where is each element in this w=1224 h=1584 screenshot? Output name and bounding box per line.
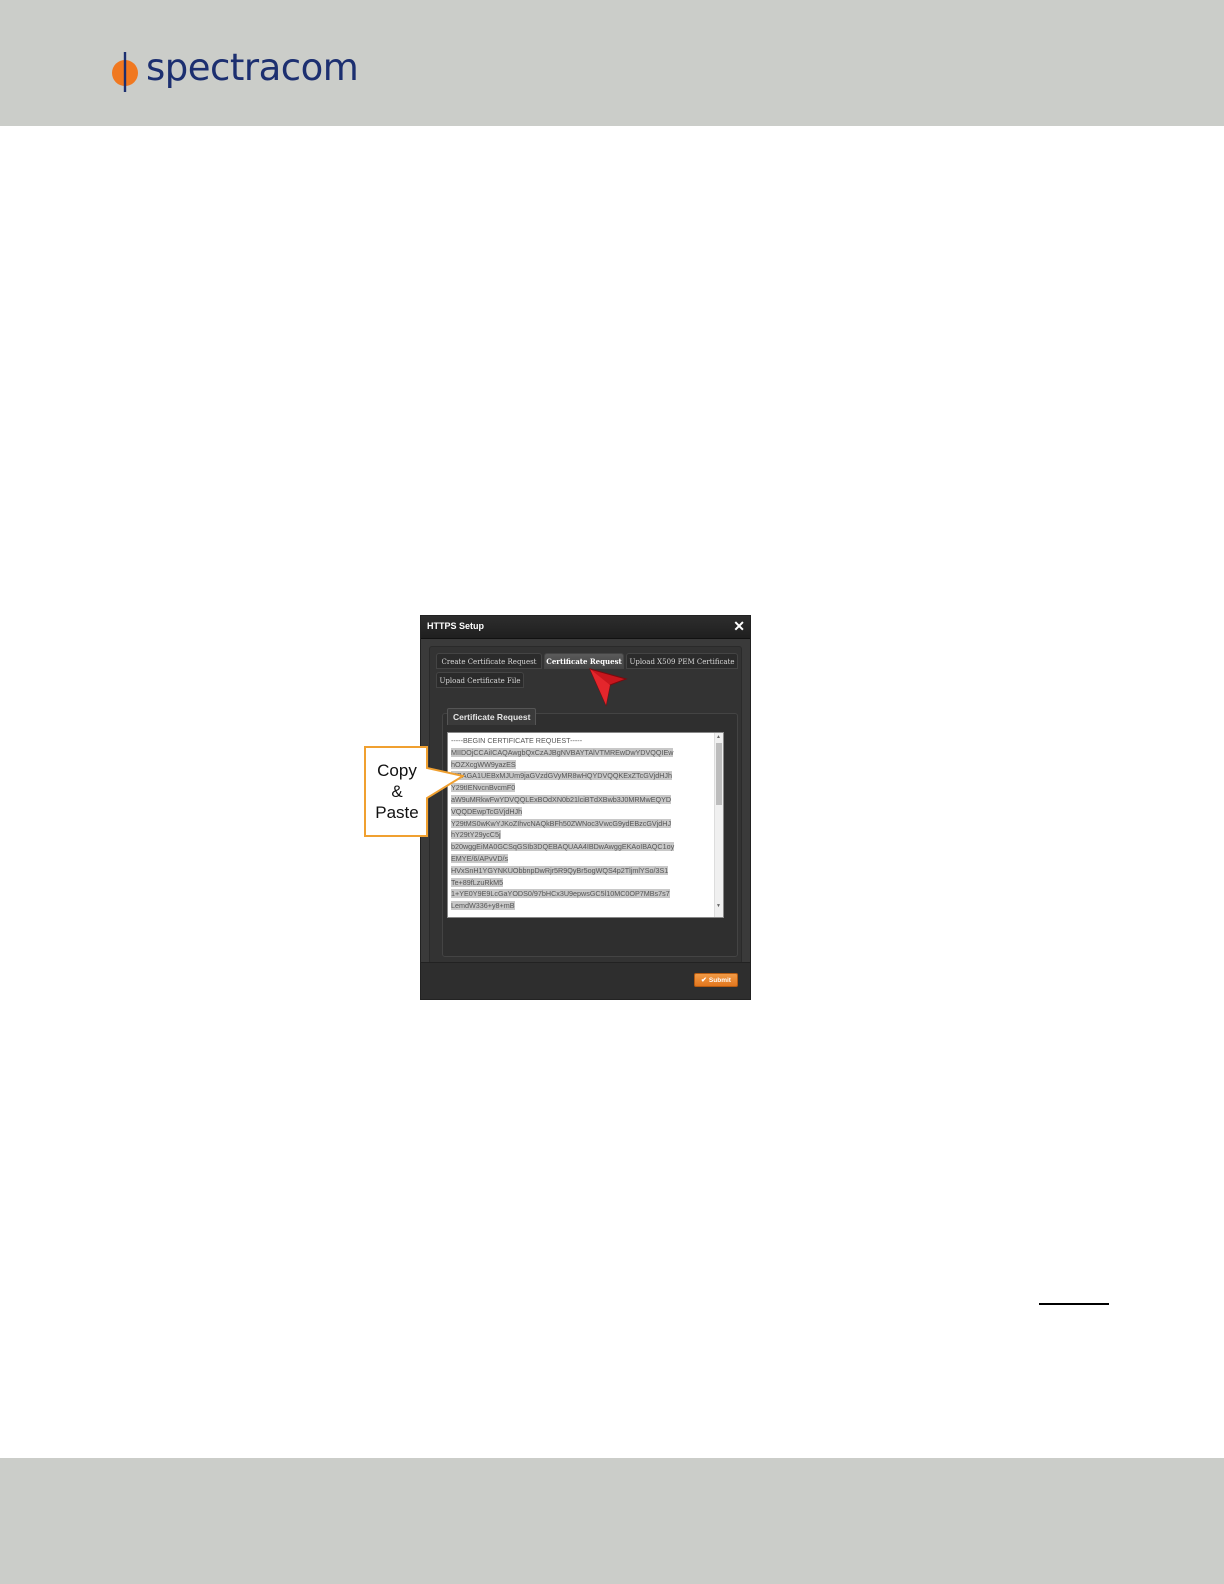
certificate-line: -----BEGIN CERTIFICATE REQUEST----- bbox=[451, 735, 709, 747]
certificate-line: 1+YE0Y9E9LcGaYODS0/97bHCx3U9epwsGC5l10MC… bbox=[451, 888, 709, 900]
certificate-line-text: -----BEGIN CERTIFICATE REQUEST----- bbox=[451, 736, 583, 745]
tab-create-certificate-request[interactable]: Create Certificate Request bbox=[436, 653, 542, 669]
page-header: spectracom bbox=[0, 0, 1224, 126]
certificate-line: Y29tIENvcnBvcmF0 bbox=[451, 782, 709, 794]
certificate-line-text: Te+89fLzuRkM5 bbox=[451, 877, 504, 887]
scroll-down-icon[interactable]: ▼ bbox=[716, 903, 721, 909]
textarea-scrollbar[interactable]: ▲ ▼ bbox=[714, 733, 723, 917]
callout-line-paste: Paste bbox=[375, 803, 419, 822]
close-icon[interactable]: ✕ bbox=[733, 618, 745, 634]
certificate-request-textarea[interactable]: -----BEGIN CERTIFICATE REQUEST----- MIIDO… bbox=[447, 732, 724, 918]
dialog-titlebar: HTTPS Setup ✕ bbox=[421, 616, 750, 639]
page-footer bbox=[0, 1458, 1224, 1584]
dialog-title: HTTPS Setup bbox=[427, 621, 485, 631]
certificate-line: LemdW336+y8+mB bbox=[451, 900, 709, 912]
tab-upload-x509-pem-certificate[interactable]: Upload X509 PEM Certificate bbox=[626, 653, 738, 669]
certificate-line-text: 1+YE0Y9E9LcGaYODS0/97bHCx3U9epwsGC5l10MC… bbox=[451, 889, 670, 899]
certificate-line: Te+89fLzuRkM5 bbox=[451, 877, 709, 889]
certificate-request-panel: Certificate Request -----BEGIN CERTIFICA… bbox=[442, 708, 738, 957]
dialog-footer: ✔ Submit bbox=[421, 962, 750, 999]
certificate-line-text: MBAGA1UEBxMJUm9jaGVzdGVyMR8wHQYDVQQKExZT… bbox=[451, 771, 672, 781]
check-icon: ✔ bbox=[701, 977, 707, 984]
tab-upload-certificate-file[interactable]: Upload Certificate File bbox=[436, 672, 524, 688]
https-setup-dialog: HTTPS Setup ✕ Create Certificate Request… bbox=[420, 615, 751, 1000]
panel-title: Certificate Request bbox=[447, 708, 537, 725]
callout-text: Copy & Paste bbox=[366, 760, 428, 823]
submit-label: Submit bbox=[708, 977, 731, 984]
callout-line-ampersand: & bbox=[391, 782, 403, 801]
certificate-text: -----BEGIN CERTIFICATE REQUEST----- MIIDO… bbox=[451, 735, 709, 912]
dialog-body: Create Certificate Request Certificate R… bbox=[429, 646, 742, 964]
certificate-line-text: MIIDOjCCAiICAQAwgbQxCzAJBgNVBAYTAlVTMREw… bbox=[451, 747, 674, 757]
certificate-line: Y29tMS0wKwYJKoZIhvcNAQkBFh50ZWNoc3VwcG9y… bbox=[451, 818, 709, 830]
callout-line-copy: Copy bbox=[377, 761, 417, 780]
submit-button[interactable]: ✔ Submit bbox=[694, 973, 738, 987]
certificate-line-text: Y29tMS0wKwYJKoZIhvcNAQkBFh50ZWNoc3VwcG9y… bbox=[451, 818, 672, 828]
scroll-up-icon[interactable]: ▲ bbox=[716, 734, 721, 740]
certificate-line-text: HVxSnH1YGYNKUObbnpDwRjr5R9QyBr5ogWQS4p2T… bbox=[451, 865, 669, 875]
brand-name: spectracom bbox=[146, 46, 359, 89]
certificate-line: hOZXcgWW9yazES bbox=[451, 759, 709, 771]
certificate-line: aW9uMRkwFwYDVQQLExBOdXN0b21lciBTdXBwb3J0… bbox=[451, 794, 709, 806]
scroll-thumb[interactable] bbox=[716, 743, 722, 805]
certificate-line: VQQDEwpTcGVjdHJh bbox=[451, 806, 709, 818]
tab-bar: Create Certificate Request Certificate R… bbox=[434, 651, 738, 691]
certificate-line: HVxSnH1YGYNKUObbnpDwRjr5R9QyBr5ogWQS4p2T… bbox=[451, 865, 709, 877]
certificate-line: MIIDOjCCAiICAQAwgbQxCzAJBgNVBAYTAlVTMREw… bbox=[451, 747, 709, 759]
spectracom-logo-icon bbox=[112, 52, 138, 92]
underline-rule bbox=[1039, 1303, 1109, 1305]
certificate-line: hY29tY29ycC5j bbox=[451, 829, 709, 841]
certificate-line-text: LemdW336+y8+mB bbox=[451, 901, 515, 911]
certificate-line-text: b20wggEiMA0GCSqGSIb3DQEBAQUAA4IBDwAwggEK… bbox=[451, 842, 675, 852]
red-arrow-pointer-icon bbox=[589, 668, 628, 707]
certificate-line-text: EMYE/6/APvVD/s bbox=[451, 853, 509, 863]
certificate-line-text: aW9uMRkwFwYDVQQLExBOdXN0b21lciBTdXBwb3J0… bbox=[451, 794, 672, 804]
certificate-line: EMYE/6/APvVD/s bbox=[451, 853, 709, 865]
certificate-line: MBAGA1UEBxMJUm9jaGVzdGVyMR8wHQYDVQQKExZT… bbox=[451, 770, 709, 782]
certificate-line: b20wggEiMA0GCSqGSIb3DQEBAQUAA4IBDwAwggEK… bbox=[451, 841, 709, 853]
